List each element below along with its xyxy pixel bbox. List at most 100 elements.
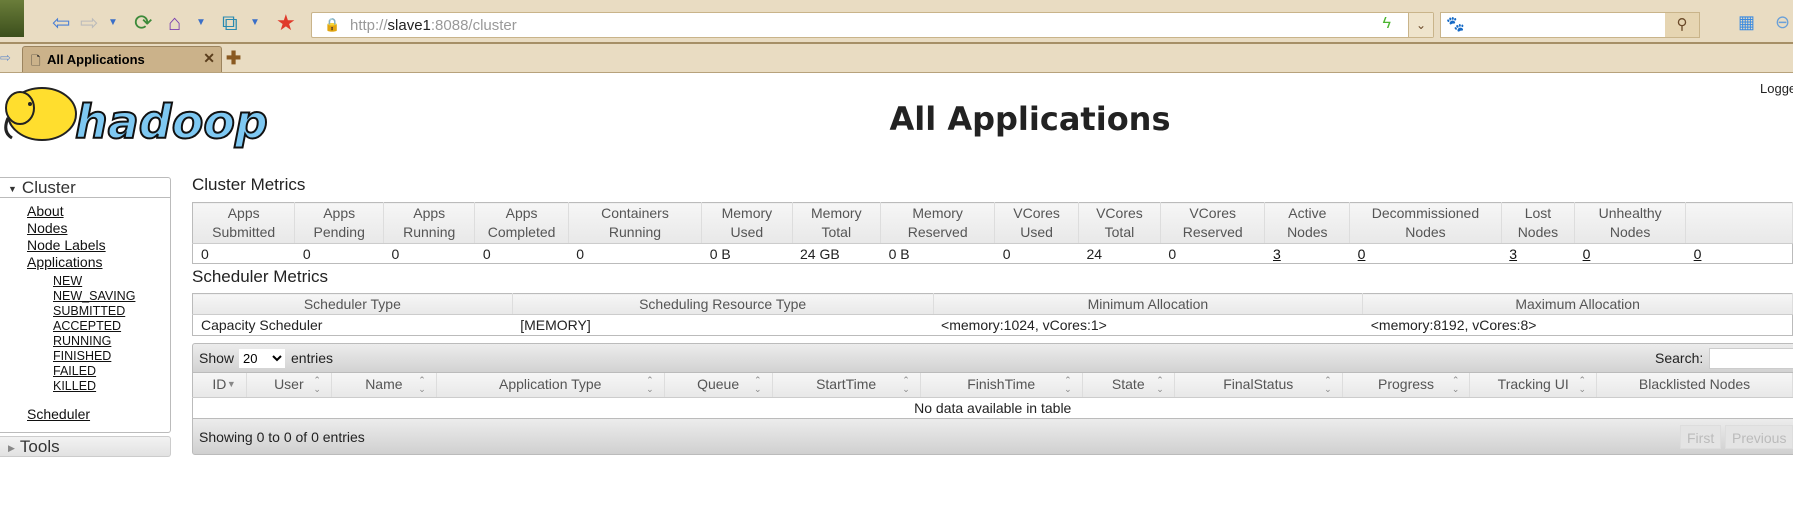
cluster-metric-link[interactable]: 0	[1694, 246, 1702, 262]
sidebar-cluster-header[interactable]: ▼ Cluster	[0, 178, 170, 198]
sidebar-tools-header[interactable]: ▶ Tools	[0, 436, 171, 457]
cluster-metrics-values-row: 0 0 0 0 0 0 B 24 GB 0 B 0 24 0 3 0 3 0 0	[193, 244, 1793, 264]
refresh-icon[interactable]: ⟳	[134, 10, 152, 36]
column-header-label: Progress	[1378, 376, 1435, 393]
column-header[interactable]: ID ▼	[192, 373, 247, 398]
cluster-metric-link[interactable]: 3	[1509, 246, 1517, 262]
restore-icon[interactable]: ⧉	[222, 10, 238, 36]
search-input[interactable]	[1709, 348, 1793, 369]
cluster-metric-header-line: VCores	[1189, 205, 1237, 221]
chevron-down-icon[interactable]: ▼	[108, 10, 118, 36]
sort-icon: ⌃ ⌄	[1324, 375, 1332, 394]
scheduler-type-value: Capacity Scheduler	[201, 317, 323, 333]
triangle-down-icon: ▼	[8, 183, 17, 194]
baidu-paw-icon[interactable]: 🐾	[1446, 15, 1465, 33]
column-header[interactable]: State ⌃ ⌄	[1082, 373, 1175, 398]
sidebar-item-about[interactable]: About	[27, 203, 64, 219]
column-header[interactable]: Name ⌃ ⌄	[331, 373, 437, 398]
column-header[interactable]: Blacklisted Nodes	[1596, 373, 1793, 398]
entries-label: entries	[291, 350, 334, 366]
logged-in-user: Logged in as: dr.who	[1760, 81, 1793, 96]
favorite-star-icon[interactable]: ★	[276, 10, 296, 36]
sidebar-state-accepted[interactable]: ACCEPTED	[53, 319, 121, 333]
cluster-metric-header-line: Lost	[1524, 205, 1552, 221]
cluster-metric-header-line: Apps	[505, 205, 538, 221]
cluster-metric-header-line: Apps	[227, 205, 260, 221]
column-header[interactable]: StartTime ⌃ ⌄	[772, 373, 921, 398]
sidebar-item-applications[interactable]: Applications	[27, 254, 103, 270]
column-header[interactable]: User ⌃ ⌄	[246, 373, 332, 398]
url-text[interactable]: http://slave1:8088/cluster	[350, 17, 517, 34]
cluster-metric-header: VCores Used	[994, 202, 1079, 244]
home-icon[interactable]: ⌂	[168, 10, 181, 36]
browser-chrome: ⇦ ⇨ ▼ ⟳ ⌂ ▼ ⧉ ▼ ★ 🔒 http://slave1:8088/c…	[0, 0, 1793, 73]
column-header-label: ID	[212, 376, 227, 393]
column-header[interactable]: Queue ⌃ ⌄	[664, 373, 773, 398]
column-header-label: User	[274, 376, 304, 393]
show-label: Show	[199, 350, 235, 366]
cluster-metric-link[interactable]: 0	[1583, 246, 1591, 262]
column-header[interactable]: Application Type ⌃ ⌄	[436, 373, 665, 398]
sidebar-item-node-labels[interactable]: Node Labels	[27, 237, 106, 253]
scheduler-metrics-header-row: Scheduler Type Scheduling Resource Type …	[192, 293, 1793, 315]
table-info: Showing 0 to 0 of 0 entries	[199, 429, 365, 445]
sidebar-state-new[interactable]: NEW	[53, 274, 82, 288]
cluster-metric-header-line: Apps	[413, 205, 446, 221]
applications-header-row: ID ▼ User ⌃ ⌄ Name ⌃ ⌄ Application Type ⌃ ⌄ Queue ⌃ ⌄…	[192, 373, 1793, 398]
new-tab-icon[interactable]: ✚	[226, 48, 241, 69]
cluster-metric-header-line: Running	[403, 224, 456, 240]
cluster-metric-header: Containers Running	[568, 202, 703, 244]
sidebar-item-scheduler[interactable]: Scheduler	[27, 406, 90, 422]
cluster-metric-header: Apps Completed	[474, 202, 569, 244]
url-dropdown-icon[interactable]: ⌄	[1408, 13, 1433, 37]
cluster-metric-value: 0	[201, 245, 209, 262]
cluster-metric-value: 0 B	[709, 245, 731, 262]
bolt-icon[interactable]: ϟ	[1383, 15, 1391, 33]
browser-search-box[interactable]: 🐾 ⚲	[1440, 12, 1700, 38]
sidebar-state-killed[interactable]: KILLED	[53, 379, 96, 393]
sidebar-state-running[interactable]: RUNNING	[53, 334, 111, 348]
column-header-label: Blacklisted Nodes	[1638, 376, 1751, 393]
address-bar[interactable]: 🔒 http://slave1:8088/cluster ϟ ⌄	[311, 12, 1434, 38]
sort-desc-icon: ▼	[226, 379, 236, 389]
chevron-down-icon[interactable]: ▼	[250, 10, 260, 36]
column-header-label: Name	[365, 376, 403, 393]
previous-page-button[interactable]: Previous	[1725, 425, 1793, 449]
tab-scroll-left-icon[interactable]: ⇨	[0, 50, 11, 66]
chevron-down-icon[interactable]: ▼	[196, 10, 206, 36]
page-size-select[interactable]: 20	[239, 349, 285, 368]
cluster-metric-header-line: Containers	[601, 205, 669, 221]
sidebar-state-new-saving[interactable]: NEW_SAVING	[53, 289, 135, 303]
sidebar-cluster-label: Cluster	[21, 178, 76, 197]
apps-grid-icon[interactable]: ▦	[1738, 12, 1755, 33]
column-header[interactable]: Progress ⌃ ⌄	[1342, 373, 1471, 398]
cluster-metric-header-line: VCores	[1013, 205, 1060, 221]
cluster-metric-header-line: Used	[1020, 224, 1053, 240]
column-header[interactable]: Tracking UI ⌃ ⌄	[1469, 373, 1598, 398]
browser-tab[interactable]: 🗋 All Applications ✕	[22, 46, 222, 72]
column-header[interactable]: FinishTime ⌃ ⌄	[920, 373, 1083, 398]
cluster-metric-link[interactable]: 0	[1358, 246, 1366, 262]
scheduler-metrics-row: Capacity Scheduler [MEMORY] <memory:1024…	[193, 315, 1793, 336]
apps-table-footer: Showing 0 to 0 of 0 entries First Previo…	[192, 418, 1793, 455]
close-icon[interactable]: ✕	[203, 50, 215, 67]
back-icon[interactable]: ⇦	[52, 10, 70, 36]
column-header-label: FinalStatus	[1223, 376, 1294, 393]
cluster-metric-value: 0	[1002, 245, 1011, 262]
cluster-metric-header-line: Apps	[323, 205, 356, 221]
cluster-metric-value: 0	[1575, 244, 1686, 264]
cluster-metric-value: 0 B	[888, 245, 910, 262]
sidebar-state-submitted[interactable]: SUBMITTED	[53, 304, 125, 318]
column-header[interactable]: FinalStatus ⌃ ⌄	[1174, 373, 1343, 398]
search-icon[interactable]: ⚲	[1665, 13, 1699, 37]
cluster-metric-value: 24 GB	[800, 245, 840, 262]
sidebar-item-nodes[interactable]: Nodes	[27, 220, 67, 236]
forward-icon[interactable]: ⇨	[80, 10, 98, 36]
cluster-metric-header: Apps Pending	[294, 202, 385, 244]
minus-circle-icon[interactable]: ⊖	[1775, 12, 1790, 33]
cluster-metric-link[interactable]: 3	[1273, 246, 1281, 262]
sidebar-state-failed[interactable]: FAILED	[53, 364, 96, 378]
profile-avatar[interactable]	[0, 0, 24, 37]
sidebar-state-finished[interactable]: FINISHED	[53, 349, 111, 363]
first-page-button[interactable]: First	[1680, 425, 1722, 449]
